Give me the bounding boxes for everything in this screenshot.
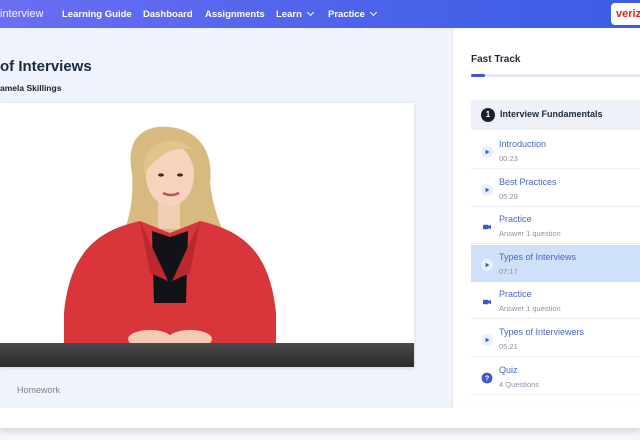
nav-learn-label: Learn (276, 9, 302, 20)
section-header[interactable]: 1 Interview Fundamentals (471, 100, 640, 130)
nav-dashboard[interactable]: Dashboard (143, 9, 193, 20)
company-logo[interactable]: veriz (611, 3, 640, 25)
lesson-title: Practice (499, 214, 532, 225)
section-number: 1 (481, 108, 495, 122)
lesson-title: Types of Interviewers (499, 327, 585, 337)
play-icon (481, 258, 493, 271)
top-nav-bar: interview Learning Guide Dashboard Assig… (0, 0, 640, 28)
lesson-title: Introduction (499, 139, 547, 149)
camera-icon (481, 295, 493, 307)
play-icon (481, 183, 493, 196)
nav-learn[interactable]: Learn (276, 8, 314, 20)
lesson-subtitle: Answer 1 question (499, 229, 561, 239)
tab-homework[interactable]: Homework (17, 385, 60, 395)
lesson-subtitle: Answer 1 question (499, 304, 561, 314)
footer-shadow (0, 408, 640, 428)
progress-bar-fill (471, 74, 485, 77)
page-title: of Interviews (0, 58, 92, 75)
lesson-item[interactable]: Practice Answer 1 question (471, 207, 640, 245)
chevron-down-icon (306, 8, 314, 17)
svg-text:?: ? (485, 373, 490, 382)
section-label: Interview Fundamentals (500, 109, 603, 119)
help-icon: ? (481, 371, 493, 383)
footer-area (0, 408, 640, 440)
desk-surface (0, 343, 414, 367)
lesson-item[interactable]: Best Practices 05:29 (471, 170, 640, 207)
camera-icon (481, 220, 493, 232)
play-icon (481, 333, 493, 346)
lesson-item[interactable]: Types of Interviewers 05:21 (471, 320, 640, 357)
lesson-title: Types of Interviews (499, 251, 577, 262)
nav-practice[interactable]: Practice (328, 8, 378, 20)
author-name: amela Skillings (0, 83, 62, 93)
play-icon (481, 145, 493, 158)
lesson-subtitle: 05:21 (499, 342, 518, 351)
lesson-subtitle: 05:29 (499, 191, 518, 201)
nav-assignments[interactable]: Assignments (205, 9, 265, 20)
lesson-title: Best Practices (499, 176, 557, 187)
nav-learning-guide[interactable]: Learning Guide (62, 9, 132, 20)
lesson-title: Practice (499, 289, 532, 300)
course-outline-panel: Fast Track 1 Interview Fundamentals Intr… (452, 28, 640, 408)
main-content: of Interviews amela Skillings Homework (0, 28, 452, 408)
panel-title: Fast Track (471, 54, 521, 65)
lesson-subtitle: 07:17 (499, 266, 518, 276)
lesson-subtitle: 00:23 (499, 154, 518, 163)
nav-practice-label: Practice (328, 9, 365, 20)
video-player[interactable] (0, 103, 414, 367)
lesson-item[interactable]: ? Quiz 4 Questions (471, 358, 640, 395)
brand-name[interactable]: interview (0, 8, 43, 20)
lesson-title: Quiz (499, 364, 518, 375)
lesson-subtitle: 4 Questions (499, 379, 540, 389)
lesson-item[interactable]: Types of Interviews 07:17 (471, 244, 640, 282)
progress-bar (471, 74, 640, 77)
lesson-item[interactable]: Practice Answer 1 question (471, 282, 640, 320)
chevron-down-icon (369, 8, 378, 17)
lesson-item[interactable]: Introduction 00:23 (471, 132, 640, 169)
presenter-video-frame (0, 103, 414, 367)
